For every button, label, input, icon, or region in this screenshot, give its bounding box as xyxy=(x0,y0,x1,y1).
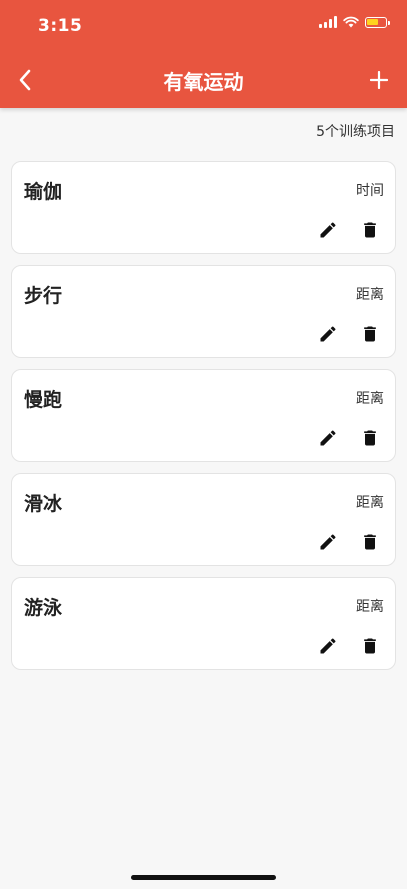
trash-icon xyxy=(364,326,376,342)
wifi-icon xyxy=(343,16,359,28)
pencil-icon xyxy=(320,430,336,446)
item-type: 距离 xyxy=(356,287,384,303)
item-actions xyxy=(317,531,381,553)
item-name: 游泳 xyxy=(24,597,63,619)
plus-icon xyxy=(370,71,388,89)
trash-icon xyxy=(364,222,376,238)
item-name: 滑冰 xyxy=(24,493,63,515)
pencil-icon xyxy=(320,326,336,342)
delete-button[interactable] xyxy=(359,219,381,241)
trash-icon xyxy=(364,638,376,654)
edit-button[interactable] xyxy=(317,427,339,449)
pencil-icon xyxy=(320,222,336,238)
status-icons xyxy=(319,16,390,28)
edit-button[interactable] xyxy=(317,635,339,657)
status-bar: 3:15 xyxy=(0,0,407,52)
status-time: 3:15 xyxy=(38,16,83,36)
cellular-signal-icon xyxy=(319,16,337,28)
list-item[interactable]: 瑜伽 时间 xyxy=(11,161,396,254)
delete-button[interactable] xyxy=(359,635,381,657)
item-type: 距离 xyxy=(356,495,384,511)
item-type: 距离 xyxy=(356,391,384,407)
battery-level xyxy=(367,18,378,25)
item-type: 时间 xyxy=(356,183,384,199)
list-item[interactable]: 步行 距离 xyxy=(11,265,396,358)
item-name: 慢跑 xyxy=(24,389,63,411)
delete-button[interactable] xyxy=(359,427,381,449)
list-item[interactable]: 游泳 距离 xyxy=(11,577,396,670)
trash-icon xyxy=(364,430,376,446)
delete-button[interactable] xyxy=(359,323,381,345)
edit-button[interactable] xyxy=(317,219,339,241)
edit-button[interactable] xyxy=(317,531,339,553)
edit-button[interactable] xyxy=(317,323,339,345)
item-actions xyxy=(317,635,381,657)
item-name: 瑜伽 xyxy=(24,181,63,203)
pencil-icon xyxy=(320,534,336,550)
item-actions xyxy=(317,219,381,241)
list-item[interactable]: 滑冰 距离 xyxy=(11,473,396,566)
app-header: 3:15 有氧运动 xyxy=(0,0,407,108)
exercise-list: 瑜伽 时间 步行 距离 慢跑 距离 滑冰 距离 游泳 距离 xyxy=(11,161,396,681)
list-item[interactable]: 慢跑 距离 xyxy=(11,369,396,462)
item-actions xyxy=(317,323,381,345)
battery-icon xyxy=(365,16,390,28)
home-indicator xyxy=(131,875,276,880)
item-actions xyxy=(317,427,381,449)
add-item-button[interactable] xyxy=(363,62,395,98)
pencil-icon xyxy=(320,638,336,654)
item-type: 距离 xyxy=(356,599,384,615)
delete-button[interactable] xyxy=(359,531,381,553)
nav-bar: 有氧运动 xyxy=(0,52,407,108)
item-count-label: 5个训练项目 xyxy=(316,124,395,140)
trash-icon xyxy=(364,534,376,550)
item-name: 步行 xyxy=(24,285,63,307)
page-title: 有氧运动 xyxy=(163,70,244,94)
